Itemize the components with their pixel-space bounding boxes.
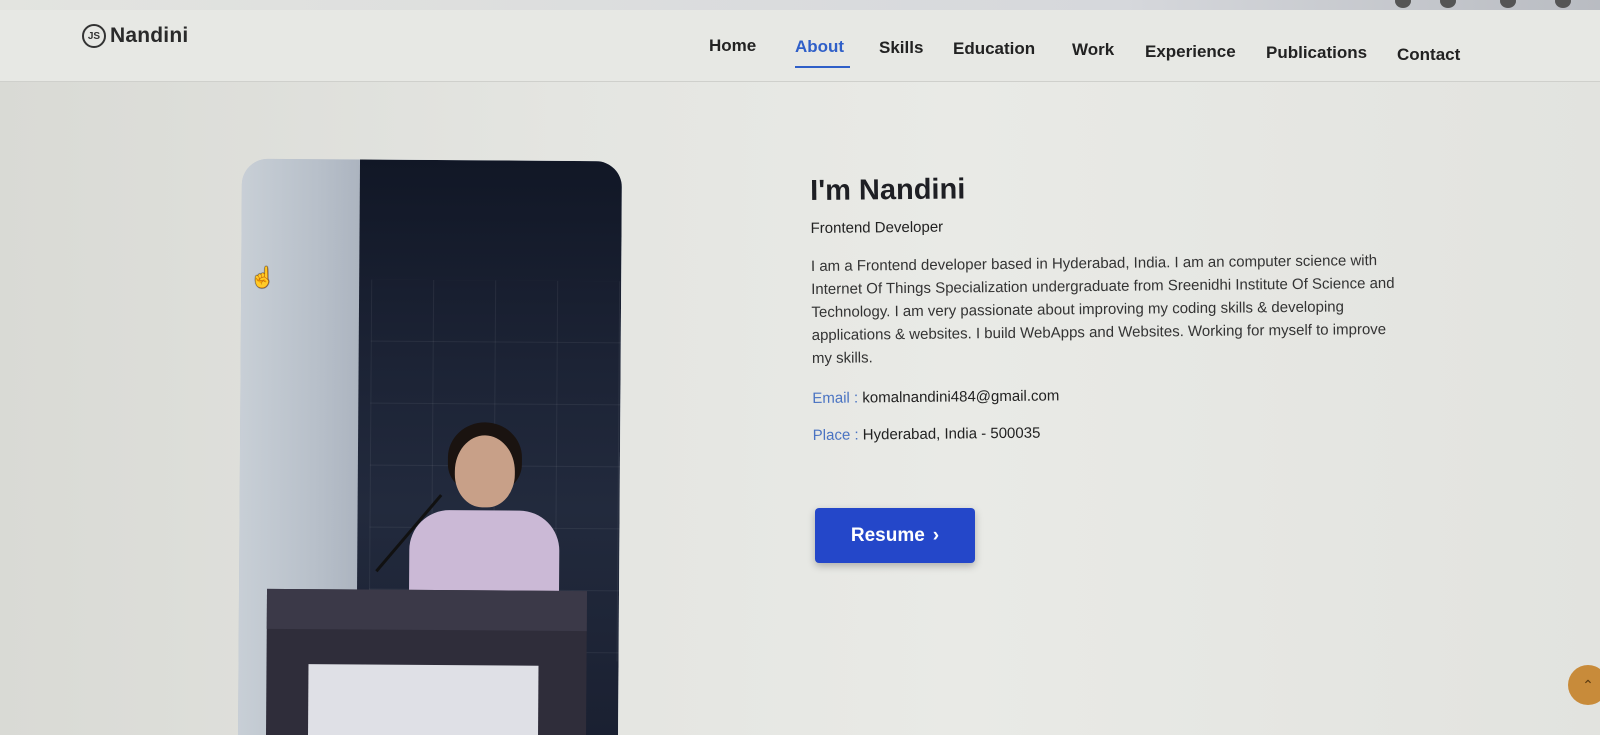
nav-contact[interactable]: Contact	[1397, 45, 1460, 65]
chevron-up-icon: ⌃	[1582, 676, 1594, 693]
browser-control-icon[interactable]	[1555, 0, 1571, 8]
main-nav: Home About Skills Education Work Experie…	[0, 10, 1600, 82]
nav-experience[interactable]: Experience	[1145, 42, 1236, 62]
nav-education[interactable]: Education	[953, 39, 1035, 59]
role-title: Frontend Developer	[810, 218, 944, 237]
nav-home[interactable]: Home	[709, 36, 756, 56]
email-line: Email : komalnandini484@gmail.com	[812, 384, 1412, 407]
active-nav-indicator	[795, 66, 850, 68]
place-label: Place :	[812, 426, 859, 444]
navbar: JS Nandini Home About Skills Education W…	[0, 10, 1600, 82]
nav-work[interactable]: Work	[1072, 40, 1114, 60]
browser-control-icon[interactable]	[1395, 0, 1411, 8]
scroll-to-top-button[interactable]: ⌃	[1568, 665, 1600, 705]
email-value[interactable]: komalnandini484@gmail.com	[862, 387, 1059, 406]
about-section: I'm Nandini Frontend Developer I am a Fr…	[810, 169, 1413, 444]
profile-photo	[237, 158, 623, 735]
browser-control-icon[interactable]	[1500, 0, 1516, 8]
browser-control-icon[interactable]	[1440, 0, 1456, 8]
bio-text: I am a Frontend developer based in Hyder…	[810, 252, 1395, 367]
place-line: Place : Hyderabad, India - 500035	[813, 421, 1413, 444]
chevron-right-icon: ›	[932, 524, 940, 546]
place-value: Hyderabad, India - 500035	[862, 424, 1041, 444]
about-heading: I'm Nandini	[810, 173, 966, 207]
nav-skills[interactable]: Skills	[879, 38, 923, 58]
screen: JS Nandini Home About Skills Education W…	[0, 0, 1600, 735]
nav-publications[interactable]: Publications	[1266, 43, 1367, 63]
browser-top-strip	[0, 0, 1600, 10]
hand-cursor-icon: ☝	[250, 267, 275, 289]
resume-label: Resume	[850, 524, 925, 546]
email-label: Email :	[812, 389, 859, 407]
nav-about[interactable]: About	[795, 37, 844, 57]
resume-button[interactable]: Resume ›	[815, 508, 975, 563]
